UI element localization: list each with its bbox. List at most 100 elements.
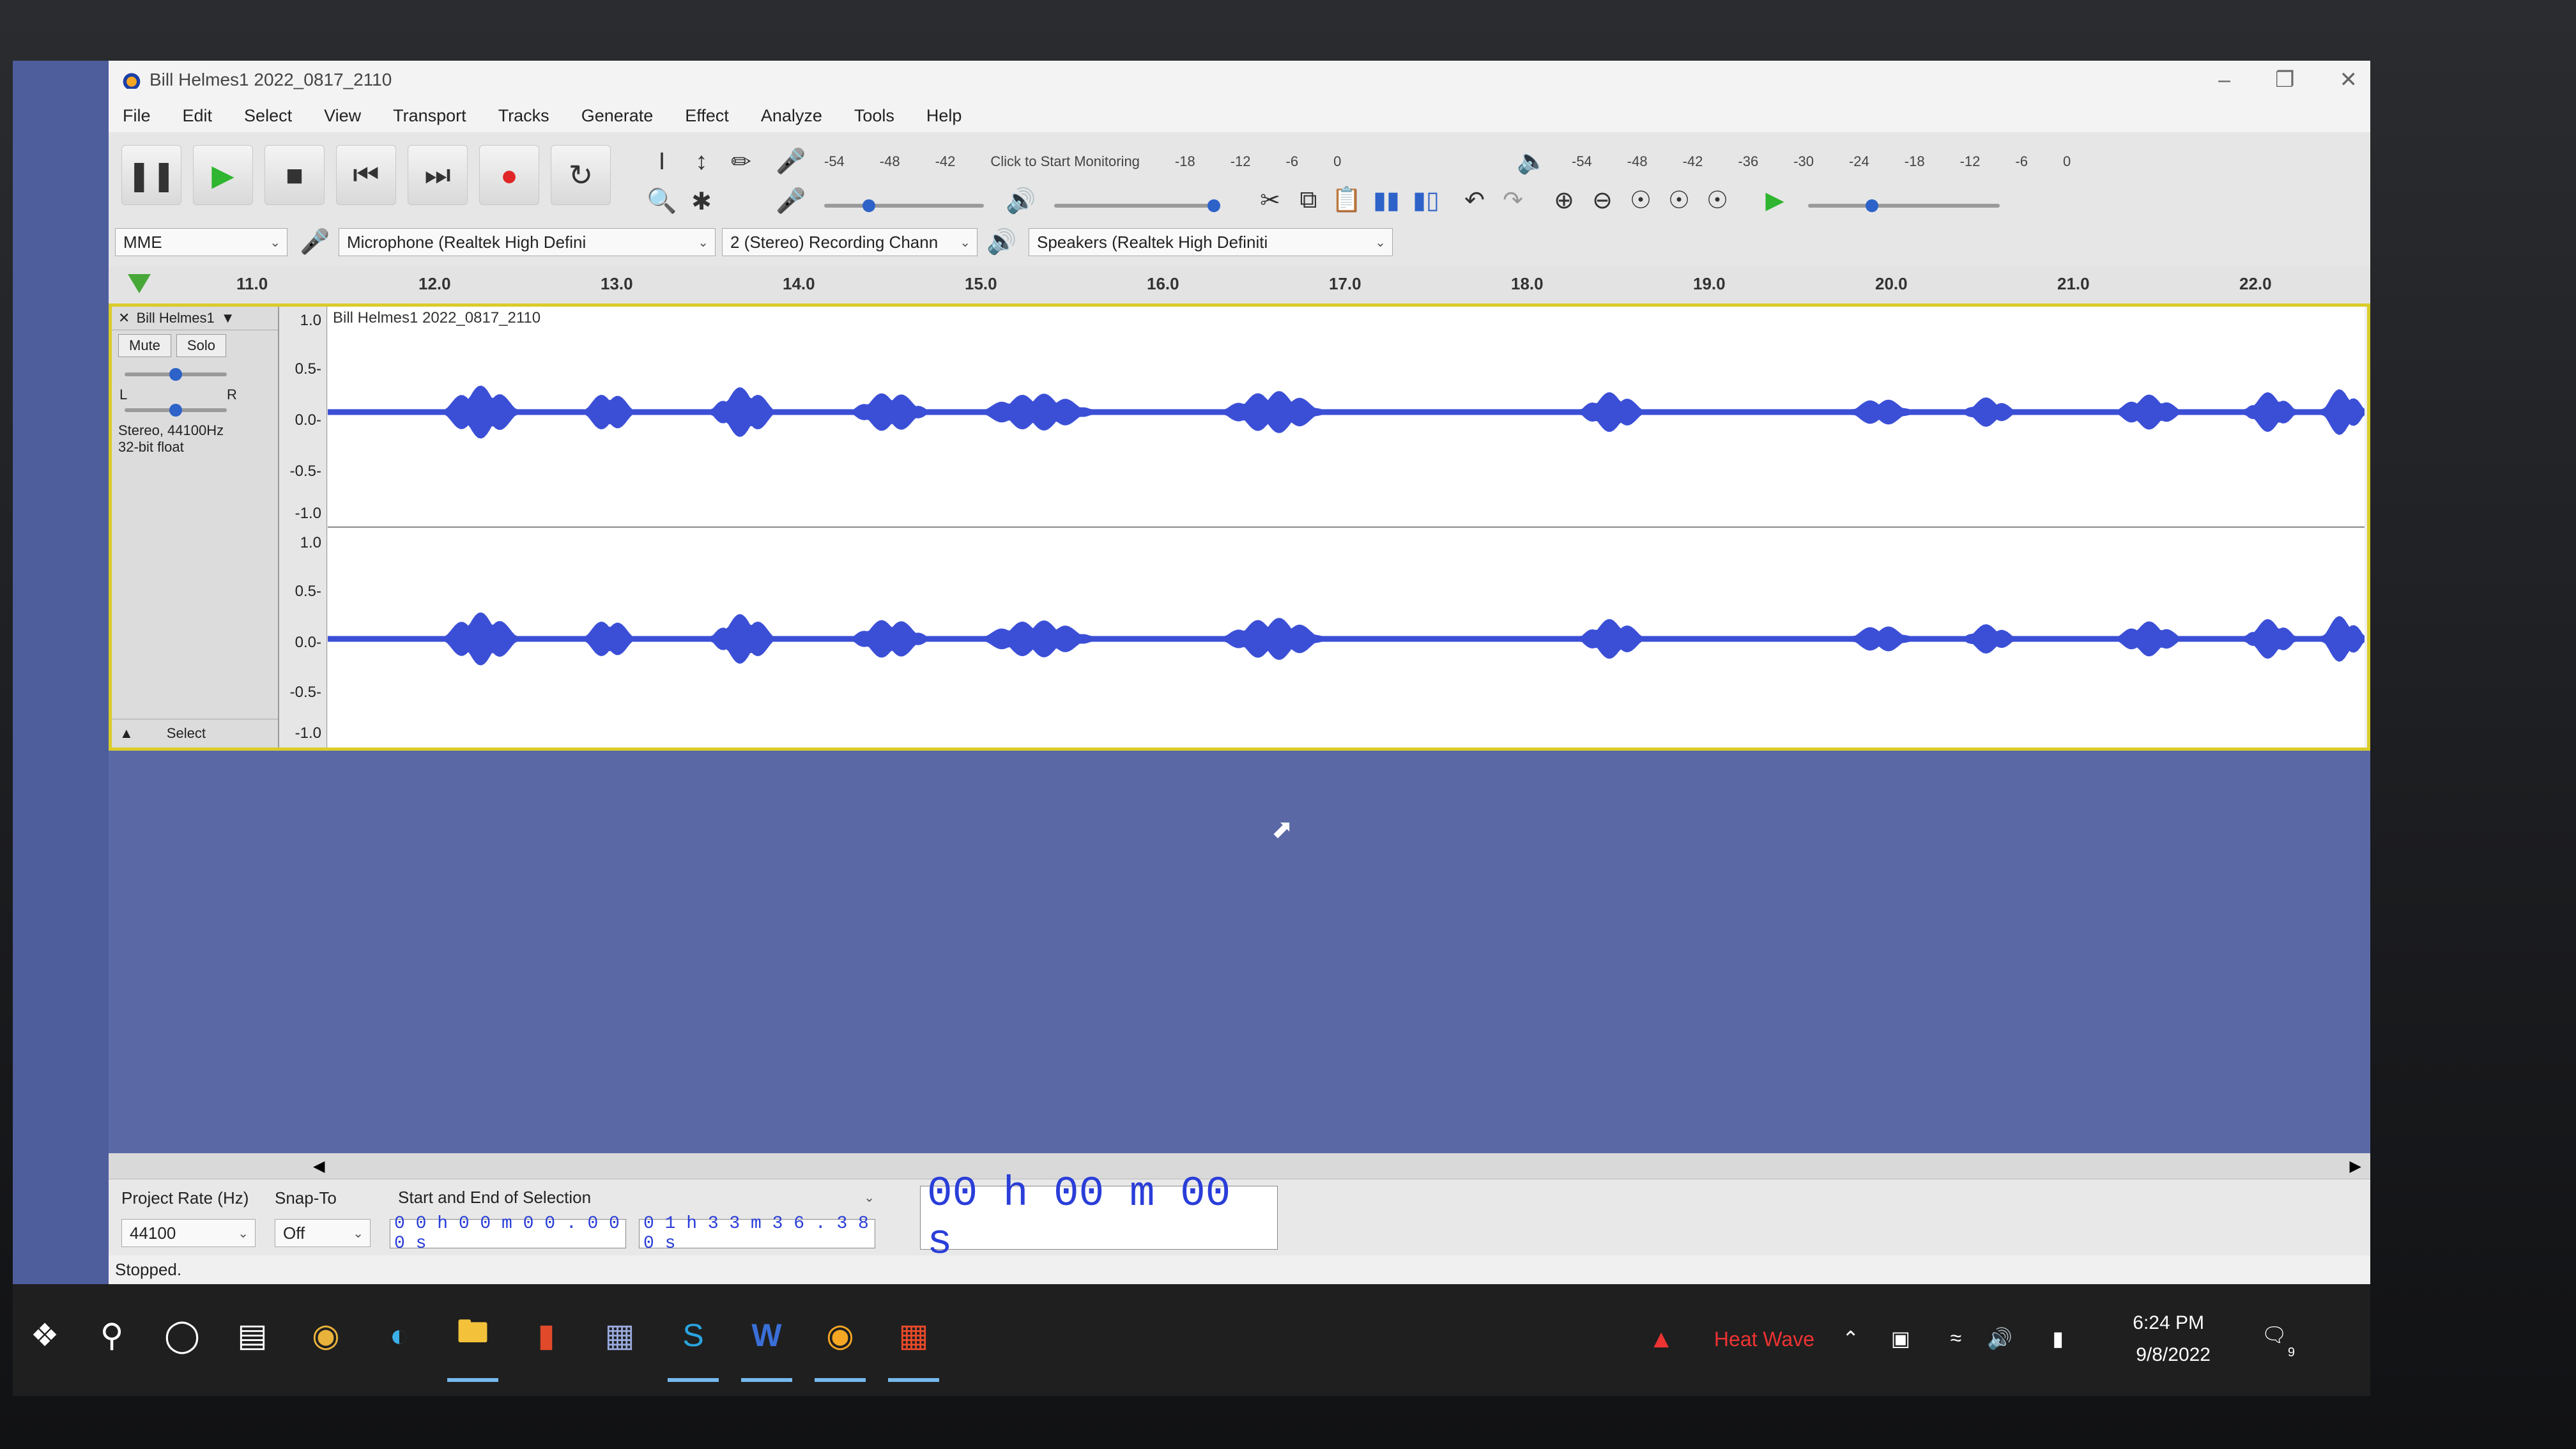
audio-host-select[interactable]: MME ⌄ xyxy=(115,228,288,256)
slider-knob[interactable] xyxy=(1208,199,1220,212)
play-speed-slider[interactable] xyxy=(1808,199,2000,212)
waveform-area[interactable]: Bill Helmes1 2022_0817_2110 xyxy=(328,307,2365,747)
envelope-tool-icon[interactable]: ↕ xyxy=(684,144,719,180)
snap-to-select[interactable]: Off ⌄ xyxy=(275,1219,371,1247)
scroll-left-icon[interactable]: ◀ xyxy=(313,1157,325,1176)
store-icon[interactable]: ▦ xyxy=(594,1310,645,1361)
meet-now-icon[interactable]: ▣ xyxy=(1891,1326,1910,1351)
cortana-icon[interactable]: ◯ xyxy=(157,1310,208,1361)
recording-device-select[interactable]: Microphone (Realtek High Defini ⌄ xyxy=(339,228,716,256)
volume-icon[interactable]: 🔊 xyxy=(1987,1326,2012,1351)
multi-tool-icon[interactable]: ✱ xyxy=(684,183,719,219)
menu-tools[interactable]: Tools xyxy=(854,106,894,126)
file-explorer-icon[interactable]: 🖿 xyxy=(447,1310,498,1361)
selection-start-time[interactable]: 0 0 h 0 0 m 0 0 . 0 0 0 s xyxy=(390,1214,626,1254)
search-icon[interactable]: ⚲ xyxy=(86,1310,137,1361)
fit-project-icon[interactable]: ☉ xyxy=(1661,182,1697,218)
pause-button[interactable]: ❚❚ xyxy=(121,145,181,205)
weather-label[interactable]: Heat Wave xyxy=(1714,1328,1814,1351)
menu-file[interactable]: File xyxy=(123,106,151,126)
clock-time[interactable]: 6:24 PM xyxy=(2133,1312,2204,1334)
windows-start-icon[interactable]: ❖ xyxy=(19,1310,70,1361)
copy-icon[interactable]: ⧉ xyxy=(1291,182,1326,218)
audio-position-display[interactable]: 00 h 00 m 00 s xyxy=(920,1170,1278,1266)
chrome-icon[interactable]: ◉ xyxy=(300,1310,351,1361)
slider-knob[interactable] xyxy=(1866,199,1878,212)
play-at-speed-icon[interactable]: ▶ xyxy=(1757,182,1793,218)
stop-button[interactable]: ■ xyxy=(264,145,325,205)
speaker-meter-icon[interactable]: 🔈 xyxy=(1514,144,1550,180)
selection-end-time[interactable]: 0 1 h 3 3 m 3 6 . 3 8 0 s xyxy=(639,1214,875,1254)
track-name[interactable]: Bill Helmes1 xyxy=(136,310,214,326)
chevron-up-icon[interactable]: ⌃ xyxy=(1842,1326,1859,1351)
record-meter-scale[interactable]: -54 -48 -42 Click to Start Monitoring -1… xyxy=(824,149,1376,174)
select-track-button[interactable]: Select xyxy=(167,725,206,742)
scroll-right-icon[interactable]: ▶ xyxy=(2350,1157,2361,1176)
collapse-track-icon[interactable]: ▲ xyxy=(119,725,134,742)
trim-icon[interactable]: ▮▮ xyxy=(1368,182,1404,218)
word-icon[interactable]: W xyxy=(741,1310,792,1361)
record-button[interactable]: ● xyxy=(479,145,539,205)
menu-select[interactable]: Select xyxy=(244,106,292,126)
record-meter-icon[interactable]: 🎤 xyxy=(773,144,809,180)
draw-tool-icon[interactable]: ✏ xyxy=(723,144,759,180)
play-button[interactable]: ▶ xyxy=(193,145,253,205)
empty-track-area[interactable]: ⬈ xyxy=(109,751,2370,1153)
zoom-tool-icon[interactable]: 🔍 xyxy=(644,183,680,219)
zoom-in-icon[interactable]: ⊕ xyxy=(1546,182,1582,218)
menu-transport[interactable]: Transport xyxy=(393,106,466,126)
pan-slider[interactable]: L R xyxy=(112,387,278,418)
wifi-icon[interactable]: ≈ xyxy=(1950,1326,1961,1350)
playback-meter-scale[interactable]: -54 -48 -42 -36 -30 -24 -18 -12 -6 0 xyxy=(1572,149,2106,174)
chevron-down-icon[interactable]: ▼ xyxy=(221,310,235,326)
skip-end-button[interactable]: ⏭ xyxy=(408,145,468,205)
audio-track[interactable]: ✕ Bill Helmes1 ▼ Mute Solo L R Stereo, 4… xyxy=(109,303,2370,751)
menu-edit[interactable]: Edit xyxy=(183,106,213,126)
office-icon[interactable]: ▮ xyxy=(521,1310,572,1361)
close-track-icon[interactable]: ✕ xyxy=(118,310,130,326)
menu-generate[interactable]: Generate xyxy=(581,106,654,126)
skip-start-button[interactable]: ⏮ xyxy=(336,145,396,205)
paste-icon[interactable]: 📋 xyxy=(1329,182,1365,218)
vertical-amplitude-scale[interactable]: 1.0 0.5- 0.0- -0.5- -1.0 1.0 0.5- 0.0- -… xyxy=(279,307,327,747)
timeline-ruler[interactable]: 11.0 12.0 13.0 14.0 15.0 16.0 17.0 18.0 … xyxy=(109,266,2370,304)
undo-icon[interactable]: ↶ xyxy=(1457,182,1492,218)
playback-device-select[interactable]: Speakers (Realtek High Definiti ⌄ xyxy=(1029,228,1393,256)
weather-alert-icon[interactable]: ▲ xyxy=(1648,1325,1674,1354)
mute-button[interactable]: Mute xyxy=(118,334,171,357)
redo-icon[interactable]: ↷ xyxy=(1495,182,1531,218)
gain-slider[interactable] xyxy=(112,361,278,387)
slider-knob[interactable] xyxy=(862,199,875,212)
clock-date[interactable]: 9/8/2022 xyxy=(2136,1344,2211,1366)
slider-knob[interactable] xyxy=(169,404,182,417)
loop-button[interactable]: ↻ xyxy=(551,145,611,205)
skype-icon[interactable]: S xyxy=(668,1310,719,1361)
menu-analyze[interactable]: Analyze xyxy=(761,106,822,126)
audacity-taskbar-icon[interactable]: ◉ xyxy=(815,1310,866,1361)
battery-icon[interactable]: ▮ xyxy=(2052,1326,2064,1351)
fit-selection-icon[interactable]: ☉ xyxy=(1623,182,1659,218)
menu-tracks[interactable]: Tracks xyxy=(498,106,549,126)
menu-view[interactable]: View xyxy=(324,106,361,126)
selection-mode-select[interactable]: Start and End of Selection ⌄ xyxy=(390,1183,882,1211)
notifications-icon[interactable]: 🗨 xyxy=(2261,1322,2287,1347)
selection-tool-icon[interactable]: I xyxy=(644,144,680,180)
close-button[interactable]: ✕ xyxy=(2340,67,2358,93)
track-header[interactable]: ✕ Bill Helmes1 ▼ xyxy=(112,307,278,330)
playback-volume-slider[interactable] xyxy=(1054,199,1220,212)
zoom-out-icon[interactable]: ⊖ xyxy=(1584,182,1620,218)
app-icon[interactable]: ▦ xyxy=(888,1310,939,1361)
solo-button[interactable]: Solo xyxy=(176,334,226,357)
play-head-icon[interactable] xyxy=(128,274,151,293)
menu-effect[interactable]: Effect xyxy=(685,106,729,126)
recording-volume-slider[interactable] xyxy=(824,199,984,212)
menu-help[interactable]: Help xyxy=(926,106,962,126)
zoom-toggle-icon[interactable]: ☉ xyxy=(1699,182,1735,218)
slider-knob[interactable] xyxy=(169,368,182,381)
project-rate-select[interactable]: 44100 ⌄ xyxy=(121,1219,256,1247)
recording-channels-select[interactable]: 2 (Stereo) Recording Chann ⌄ xyxy=(722,228,977,256)
cut-icon[interactable]: ✂ xyxy=(1252,182,1288,218)
start-monitoring-label[interactable]: Click to Start Monitoring xyxy=(990,153,1140,170)
task-view-icon[interactable]: ▤ xyxy=(227,1310,278,1361)
edge-icon[interactable]: ◐ xyxy=(374,1310,425,1361)
